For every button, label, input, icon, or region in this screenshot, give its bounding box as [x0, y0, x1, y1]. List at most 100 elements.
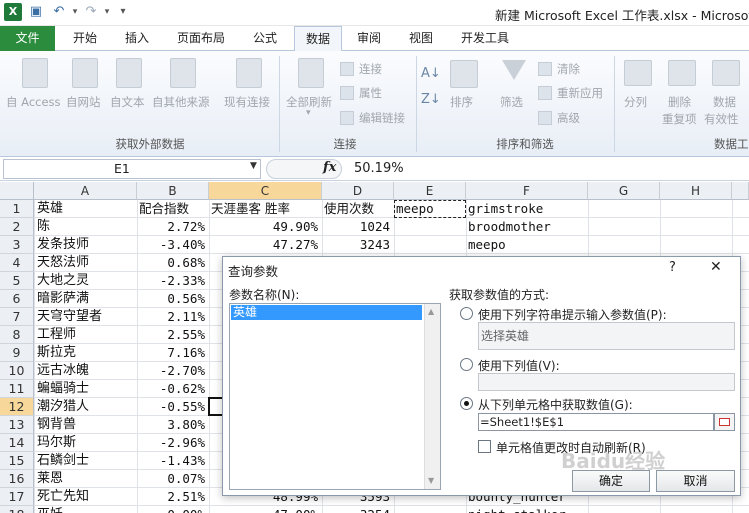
properties-button[interactable]: 属性 — [340, 85, 414, 101]
formula-input[interactable]: 50.19% — [354, 161, 404, 176]
refresh-all-button[interactable]: 全部刷新 ▾ — [284, 56, 338, 126]
cell-a4[interactable]: 天怒法师 — [36, 254, 136, 272]
cell-a18[interactable]: 巫妖 — [36, 506, 136, 513]
from-text-button[interactable]: 自文本 — [108, 56, 152, 116]
from-other-sources-button[interactable]: 自其他来源 — [152, 56, 218, 116]
cell-radio[interactable] — [460, 397, 473, 410]
row-header[interactable]: 12 — [0, 398, 34, 416]
cell-b4[interactable]: 0.68% — [139, 254, 208, 272]
cell-b14[interactable]: -2.96% — [139, 434, 208, 452]
cell-a13[interactable]: 钢背兽 — [36, 416, 136, 434]
cell-d1[interactable]: 使用次数 — [324, 200, 393, 218]
row-header[interactable]: 1 — [0, 200, 34, 218]
cell-b16[interactable]: 0.07% — [139, 470, 208, 488]
from-access-button[interactable]: 自 Access — [6, 56, 62, 116]
row-header[interactable]: 3 — [0, 236, 34, 254]
cancel-button[interactable]: 取消 — [656, 470, 735, 492]
cell-a14[interactable]: 玛尔斯 — [36, 434, 136, 452]
parameter-list-item[interactable]: 英雄 — [231, 305, 422, 320]
tab-file[interactable]: 文件 — [0, 26, 55, 51]
column-header-f[interactable]: F — [466, 182, 588, 200]
value-radio[interactable] — [460, 358, 473, 371]
close-icon[interactable]: ✕ — [710, 259, 722, 275]
cell-b7[interactable]: 2.11% — [139, 308, 208, 326]
cell-a7[interactable]: 天穹守望者 — [36, 308, 136, 326]
scrollbar[interactable]: ▲ ▼ — [424, 304, 440, 489]
clear-button[interactable]: 清除 — [538, 61, 608, 77]
range-picker-button[interactable] — [714, 413, 735, 431]
help-icon[interactable]: ? — [669, 260, 676, 275]
cell-b17[interactable]: 2.51% — [139, 488, 208, 506]
cell-d2[interactable]: 1024 — [324, 218, 393, 236]
cell-b3[interactable]: -3.40% — [139, 236, 208, 254]
cell-b12[interactable]: -0.55% — [139, 398, 208, 416]
row-header[interactable]: 18 — [0, 506, 34, 513]
row-header[interactable]: 10 — [0, 362, 34, 380]
data-validation-button[interactable]: 数据 有效性 — [704, 56, 749, 126]
existing-connections-button[interactable]: 现有连接 — [222, 56, 276, 118]
row-header[interactable]: 8 — [0, 326, 34, 344]
tab-data[interactable]: 数据 — [294, 26, 342, 52]
cell-a9[interactable]: 斯拉克 — [36, 344, 136, 362]
customize-toolbar-icon[interactable]: ▾ — [114, 3, 132, 21]
name-box-dropdown-icon[interactable]: ▼ — [250, 161, 257, 171]
filter-button[interactable]: 筛选 — [494, 56, 534, 118]
prompt-radio[interactable] — [460, 307, 473, 320]
cell-b13[interactable]: 3.80% — [139, 416, 208, 434]
cell-a11[interactable]: 蝙蝠骑士 — [36, 380, 136, 398]
row-header[interactable]: 7 — [0, 308, 34, 326]
cell-c1[interactable]: 天涯墨客 胜率 — [211, 200, 321, 218]
row-header[interactable]: 5 — [0, 272, 34, 290]
advanced-button[interactable]: 高级 — [538, 110, 608, 126]
cell-f18[interactable]: night_stalker — [468, 506, 587, 513]
cell-d3[interactable]: 3243 — [324, 236, 393, 254]
cell-a1[interactable]: 英雄 — [36, 200, 136, 218]
edit-links-button[interactable]: 编辑链接 — [340, 110, 414, 126]
row-header[interactable]: 2 — [0, 218, 34, 236]
tab-page-layout[interactable]: 页面布局 — [168, 26, 234, 51]
tab-insert[interactable]: 插入 — [114, 26, 160, 51]
cell-f3[interactable]: meepo — [468, 236, 587, 254]
tab-formulas[interactable]: 公式 — [242, 26, 288, 51]
scroll-up-icon[interactable]: ▲ — [428, 307, 434, 316]
cell-a10[interactable]: 远古冰魄 — [36, 362, 136, 380]
reapply-button[interactable]: 重新应用 — [538, 85, 614, 101]
cell-a6[interactable]: 暗影萨满 — [36, 290, 136, 308]
cell-b9[interactable]: 7.16% — [139, 344, 208, 362]
cell-reference-input[interactable]: =Sheet1!$E$1 — [478, 413, 714, 431]
cell-a3[interactable]: 发条技师 — [36, 236, 136, 254]
column-header-b[interactable]: B — [137, 182, 209, 200]
sort-descending-icon[interactable]: Z↓ — [421, 92, 441, 107]
cell-e18[interactable] — [396, 506, 465, 513]
cell-a12[interactable]: 潮汐猎人 — [36, 398, 136, 416]
auto-refresh-checkbox[interactable] — [478, 440, 491, 453]
cell-b2[interactable]: 2.72% — [139, 218, 208, 236]
column-header-d[interactable]: D — [322, 182, 394, 200]
remove-duplicates-button[interactable]: 删除 重复项 — [660, 56, 704, 126]
name-box[interactable]: E1 — [3, 159, 261, 179]
row-header[interactable]: 16 — [0, 470, 34, 488]
column-header-e[interactable]: E — [394, 182, 466, 200]
cell-a16[interactable]: 莱恩 — [36, 470, 136, 488]
cell-a8[interactable]: 工程师 — [36, 326, 136, 344]
cell-b8[interactable]: 2.55% — [139, 326, 208, 344]
column-header-h[interactable]: H — [660, 182, 732, 200]
cell-b1[interactable]: 配合指数 — [139, 200, 208, 218]
save-icon[interactable]: ▣ — [27, 3, 45, 21]
row-header[interactable]: 17 — [0, 488, 34, 506]
cell-c18[interactable]: 47.00% — [211, 506, 321, 513]
row-header[interactable]: 6 — [0, 290, 34, 308]
cell-f1[interactable]: grimstroke — [468, 200, 587, 218]
row-header[interactable]: 9 — [0, 344, 34, 362]
cell-a17[interactable]: 死亡先知 — [36, 488, 136, 506]
row-header[interactable]: 14 — [0, 434, 34, 452]
tab-home[interactable]: 开始 — [62, 26, 108, 51]
parameter-list[interactable]: 英雄 ▲ ▼ — [229, 303, 441, 490]
cell-b6[interactable]: 0.56% — [139, 290, 208, 308]
row-header[interactable]: 4 — [0, 254, 34, 272]
sort-button[interactable]: 排序 — [444, 56, 484, 118]
column-header-c[interactable]: C — [209, 182, 322, 200]
cell-e3[interactable] — [396, 236, 465, 254]
cell-c3[interactable]: 47.27% — [211, 236, 321, 254]
scroll-down-icon[interactable]: ▼ — [428, 476, 434, 485]
